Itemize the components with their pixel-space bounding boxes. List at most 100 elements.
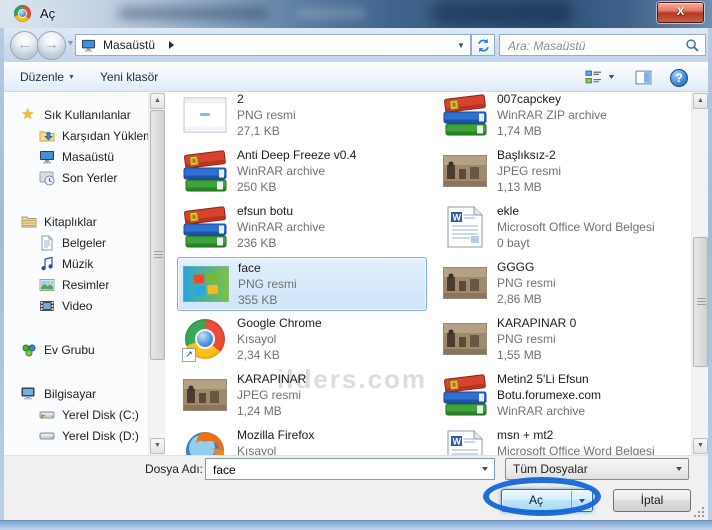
file-type: PNG resmi	[237, 107, 423, 123]
search-icon[interactable]	[685, 38, 700, 53]
file-item-metin2-5-li-efsun-botu-forumexe-com[interactable]: Metin2 5'Li Efsun Botu.forumexe.comWinRA…	[437, 369, 687, 423]
sidebar-item-yerel-disk-d[interactable]: Yerel Disk (D:)	[4, 425, 148, 446]
file-size: 2,86 MB	[497, 291, 683, 307]
photo-icon	[441, 315, 489, 363]
music-icon	[39, 256, 55, 272]
file-type: WinRAR archive	[497, 403, 683, 419]
file-item-007capckey[interactable]: 007capckeyWinRAR ZIP archive1,74 MB	[437, 92, 687, 143]
file-type: Microsoft Office Word Belgesi	[497, 443, 683, 455]
svg-text:W: W	[453, 213, 462, 223]
sidebar-item-kitaplıklar[interactable]: Kitaplıklar	[4, 211, 148, 232]
filename-dropdown-icon[interactable]	[477, 460, 493, 478]
file-item-gggg[interactable]: GGGGPNG resmi2,86 MB	[437, 257, 687, 311]
file-type: Microsoft Office Word Belgesi	[497, 219, 683, 235]
word-icon: W	[441, 427, 489, 455]
window-border-right	[708, 28, 712, 520]
forward-button[interactable]: →	[37, 31, 66, 60]
sidebar-item-label: Son Yerler	[62, 171, 117, 185]
cancel-button[interactable]: İptal	[613, 489, 691, 512]
back-button[interactable]: ←	[10, 31, 39, 60]
filename-input[interactable]	[211, 460, 473, 480]
sidebar-item-ev-grubu[interactable]: Ev Grubu	[4, 339, 148, 360]
file-name: Metin2 5'Li Efsun Botu.forumexe.com	[497, 371, 683, 403]
sidebar-item-masaüstü[interactable]: Masaüstü	[4, 146, 148, 167]
file-name: ekle	[497, 203, 683, 219]
preview-pane-icon[interactable]	[635, 69, 652, 86]
file-type: Kısayol	[237, 331, 423, 347]
file-item-başlıksız-2[interactable]: Başlıksız-2JPEG resmi1,13 MB	[437, 145, 687, 199]
help-button[interactable]: ?	[670, 69, 688, 87]
sidebar-group: Ev Grubu	[4, 339, 148, 360]
svg-text:W: W	[453, 437, 462, 447]
winrar-icon	[181, 147, 229, 195]
sidebar-item-yerel-disk-c[interactable]: Yerel Disk (C:)	[4, 404, 148, 425]
refresh-button[interactable]	[471, 34, 495, 56]
history-chevron-icon[interactable]: ▼	[66, 40, 75, 47]
screenshot-icon	[181, 92, 229, 139]
breadcrumb[interactable]: Masaüstü ▼	[75, 34, 471, 56]
file-size: 1,13 MB	[497, 179, 683, 195]
file-type: JPEG resmi	[237, 387, 423, 403]
file-item-mozilla-firefox[interactable]: Mozilla FirefoxKısayol	[177, 425, 427, 455]
sidebar-item-label: Karşıdan Yüklemeler	[62, 129, 148, 143]
download-folder-icon	[39, 128, 55, 144]
search-input[interactable]	[506, 36, 678, 56]
file-type: WinRAR ZIP archive	[497, 107, 683, 123]
file-item-ekle[interactable]: WekleMicrosoft Office Word Belgesi0 bayt	[437, 201, 687, 255]
file-name: Anti Deep Freeze v0.4	[237, 147, 423, 163]
winrar-icon	[441, 92, 489, 139]
scroll-down-icon[interactable]: ▼	[693, 438, 708, 454]
document-icon	[39, 235, 55, 251]
desktop-icon	[81, 38, 96, 52]
scroll-up-icon[interactable]: ▲	[693, 93, 708, 109]
scroll-up-icon[interactable]: ▲	[150, 93, 165, 109]
sidebar-item-video[interactable]: Video	[4, 295, 148, 316]
scroll-down-icon[interactable]: ▼	[150, 438, 165, 454]
sidebar-group: Kitaplıklar Belgeler Müzik Resimler Video	[4, 211, 148, 316]
views-icon[interactable]	[585, 69, 602, 86]
titlebar[interactable]: Aç	[0, 0, 712, 29]
breadcrumb-arrow-icon[interactable]	[169, 41, 174, 49]
file-item-face[interactable]: facePNG resmi355 KB	[177, 257, 427, 311]
winrar-icon	[441, 371, 489, 419]
file-item-anti-deep-freeze-v0-4[interactable]: Anti Deep Freeze v0.4WinRAR archive250 K…	[177, 145, 427, 199]
file-item-google-chrome[interactable]: ↗Google ChromeKısayol2,34 KB	[177, 313, 427, 367]
sidebar-item-label: Video	[62, 299, 92, 313]
file-name: Mozilla Firefox	[237, 427, 423, 443]
views-dropdown-icon[interactable]: ▼	[607, 74, 616, 81]
scrollbar-thumb[interactable]	[693, 237, 708, 367]
sidebar-item-label: Müzik	[62, 257, 93, 271]
close-button[interactable]: X	[657, 2, 704, 23]
sidebar-item-belgeler[interactable]: Belgeler	[4, 232, 148, 253]
sidebar-item-karşıdan-yüklemeler[interactable]: Karşıdan Yüklemeler	[4, 125, 148, 146]
file-list-scrollbar[interactable]: ▲ ▼	[691, 92, 708, 455]
file-size: 1,24 MB	[237, 403, 423, 419]
sidebar-scrollbar[interactable]: ▲ ▼	[148, 92, 165, 455]
sidebar-item-müzik[interactable]: Müzik	[4, 253, 148, 274]
file-size: 1,55 MB	[497, 347, 683, 363]
address-dropdown-icon[interactable]: ▼	[452, 41, 470, 50]
file-item-msn-mt2[interactable]: Wmsn + mt2Microsoft Office Word Belgesi	[437, 425, 687, 455]
resize-grip[interactable]	[693, 506, 705, 518]
breadcrumb-location[interactable]: Masaüstü	[103, 38, 155, 52]
new-folder-button[interactable]: Yeni klasör	[92, 63, 166, 91]
sidebar-item-label: Ev Grubu	[44, 343, 95, 357]
file-item-karapinar-0[interactable]: KARAPINAR 0PNG resmi1,55 MB	[437, 313, 687, 367]
footer: Dosya Adı: Tüm Dosyalar Aç İptal	[4, 455, 708, 520]
sidebar-group: BilgisayarYerel Disk (C:)Yerel Disk (D:)	[4, 383, 148, 446]
sidebar-item-sık-kullanılanlar[interactable]: ★Sık Kullanılanlar	[4, 104, 148, 125]
file-item-efsun-botu[interactable]: efsun botuWinRAR archive236 KB	[177, 201, 427, 255]
file-item-2[interactable]: 2PNG resmi27,1 KB	[177, 92, 427, 143]
sidebar-item-resimler[interactable]: Resimler	[4, 274, 148, 295]
file-type: PNG resmi	[238, 276, 424, 292]
file-name: face	[238, 260, 424, 276]
sidebar-item-label: Resimler	[62, 278, 109, 292]
scrollbar-thumb[interactable]	[150, 110, 165, 360]
sidebar-item-son-yerler[interactable]: Son Yerler	[4, 167, 148, 188]
file-item-karapinar[interactable]: KARAPINARJPEG resmi1,24 MB	[177, 369, 427, 423]
file-size: 250 KB	[237, 179, 423, 195]
organize-menu[interactable]: Düzenle▼	[12, 63, 83, 91]
sidebar-item-label: Belgeler	[62, 236, 106, 250]
sidebar-item-bilgisayar[interactable]: Bilgisayar	[4, 383, 148, 404]
file-name: msn + mt2	[497, 427, 683, 443]
